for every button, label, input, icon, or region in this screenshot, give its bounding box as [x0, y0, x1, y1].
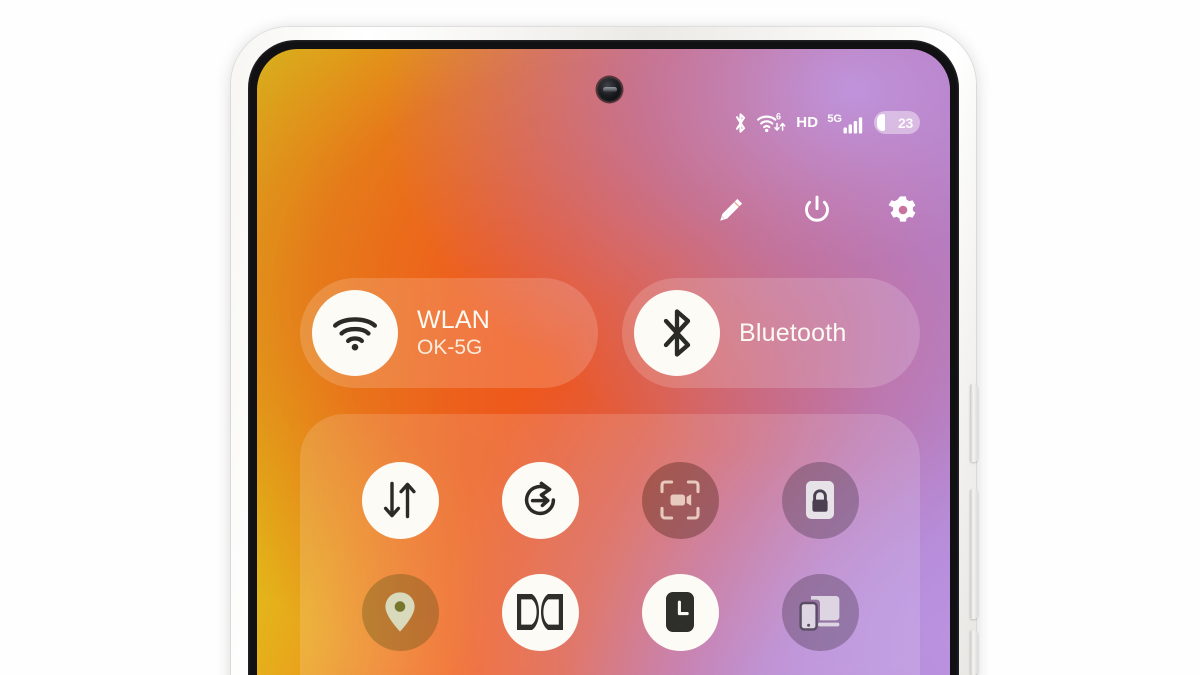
wlan-tile-text: WLAN OK-5G	[417, 306, 490, 361]
auto-sync-toggle[interactable]	[501, 461, 579, 539]
hd-icon: HD	[796, 114, 819, 131]
wlan-tile-title: WLAN	[417, 305, 491, 334]
always-on-display-icon	[666, 592, 694, 632]
bluetooth-tile-icon-circle	[634, 290, 720, 376]
always-on-display-toggle[interactable]	[641, 573, 719, 651]
status-bar: 6 HD 5G 23	[733, 111, 920, 134]
lower-side-button[interactable]	[970, 630, 978, 675]
battery-indicator: 23	[874, 111, 920, 134]
quick-setting-auto-sync[interactable]	[501, 461, 579, 539]
dolby-atmos-toggle[interactable]	[501, 573, 579, 651]
phone-screen: 6 HD 5G 23 WLAN OK-5G Bluetooth	[257, 49, 950, 675]
svg-text:6: 6	[776, 111, 781, 121]
power-side-button[interactable]	[970, 384, 978, 462]
wlan-tile-icon-circle	[312, 290, 398, 376]
dolby-atmos-icon	[517, 594, 563, 630]
signal-5g-icon: 5G	[827, 112, 865, 134]
wlan-tile[interactable]: WLAN OK-5G	[300, 278, 598, 388]
primary-toggle-row: WLAN OK-5G Bluetooth	[300, 278, 920, 388]
mobile-data-toggle[interactable]	[361, 461, 439, 539]
front-camera-punch-hole	[597, 77, 622, 102]
power-icon	[805, 195, 829, 222]
wifi-icon	[333, 317, 377, 351]
bluetooth-tile-title: Bluetooth	[739, 318, 847, 347]
screen-lock-icon	[806, 481, 834, 519]
quick-panel-header-actions	[714, 193, 920, 227]
edit-button[interactable]	[714, 193, 748, 227]
bluetooth-tile[interactable]: Bluetooth	[622, 278, 920, 388]
quick-setting-mobile-data[interactable]	[361, 461, 439, 539]
bluetooth-icon	[663, 309, 691, 357]
battery-fill	[877, 114, 885, 131]
quick-setting-dolby-atmos[interactable]	[501, 573, 579, 651]
screen-recorder-toggle[interactable]	[641, 461, 719, 539]
network-type-label: 5G	[827, 112, 842, 125]
gear-icon	[888, 196, 916, 222]
auto-sync-icon	[524, 481, 556, 516]
quick-setting-always-on-display[interactable]	[641, 573, 719, 651]
screen-lock-toggle[interactable]	[781, 461, 859, 539]
mobile-data-icon	[383, 481, 416, 519]
quick-settings-panel	[300, 414, 920, 675]
screenshot-stage: 6 HD 5G 23 WLAN OK-5G Bluetooth	[0, 0, 1200, 675]
quick-setting-screen-lock[interactable]	[781, 461, 859, 539]
cast-devices-icon	[799, 596, 840, 631]
location-toggle[interactable]	[361, 573, 439, 651]
wlan-tile-subtitle: OK-5G	[417, 336, 483, 360]
volume-side-button[interactable]	[970, 489, 978, 619]
quick-setting-location[interactable]	[361, 573, 439, 651]
location-pin-icon	[385, 592, 415, 632]
quick-setting-cast[interactable]	[781, 573, 859, 651]
settings-button[interactable]	[886, 193, 920, 227]
battery-percent-label: 23	[898, 114, 913, 131]
pencil-icon	[720, 198, 743, 221]
cast-toggle[interactable]	[781, 573, 859, 651]
power-button[interactable]	[800, 193, 834, 227]
quick-setting-screen-recorder[interactable]	[641, 461, 719, 539]
bluetooth-tile-text: Bluetooth	[739, 319, 846, 348]
quick-settings-grid	[330, 444, 890, 668]
screen-recorder-icon	[660, 480, 700, 520]
wifi6-icon: 6	[757, 111, 787, 134]
bluetooth-icon	[733, 112, 748, 134]
